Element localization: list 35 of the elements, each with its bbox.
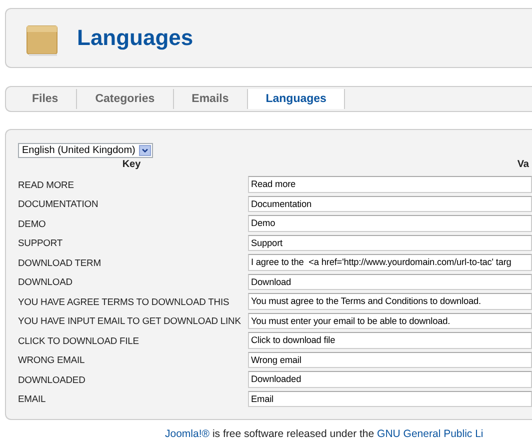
key-label: EMAIL	[18, 393, 47, 404]
column-header: Key	[121, 159, 142, 172]
page-title: Languages	[77, 25, 194, 51]
value-field[interactable]: Documentation	[248, 196, 532, 212]
value-field[interactable]: I agree to the <a href='http://www.yourdomain.com/url-to-tac' targ	[248, 254, 532, 270]
value-field[interactable]: Demo	[248, 215, 532, 232]
value-field[interactable]: Wrong email	[248, 352, 532, 368]
value-field[interactable]: Click to download file	[248, 332, 532, 348]
value-field[interactable]: Downloaded	[248, 371, 532, 388]
footer-link[interactable]: Joomla!®	[165, 428, 210, 440]
value-field[interactable]: Read more	[248, 176, 532, 192]
key-label: YOU HAVE AGREE TERMS TO DOWNLOAD THIS	[18, 296, 230, 307]
value-field[interactable]: You must agree to the Terms and Conditions to download.	[248, 293, 532, 310]
key-label: DOCUMENTATION	[18, 198, 100, 210]
caret-icon	[139, 145, 152, 156]
key-label: SUPPORT	[18, 237, 64, 248]
language-dropdown[interactable]: English (United Kingdom)	[18, 143, 154, 158]
key-label: DOWNLOADED	[18, 374, 86, 385]
value-field[interactable]: Download	[248, 274, 532, 290]
tab[interactable]: Files	[14, 89, 78, 109]
footer-text: Joomla!® is free software released under the GNU General Public Li	[164, 428, 484, 440]
footer-link[interactable]: GNU General Public Li	[377, 428, 484, 440]
tab[interactable]: Categories	[77, 89, 174, 109]
key-label: DOWNLOAD	[18, 276, 74, 288]
value-field[interactable]: You must enter your email to be able to download.	[248, 312, 532, 329]
key-label: WRONG EMAIL	[18, 354, 86, 366]
column-header: Va	[516, 159, 530, 172]
value-field[interactable]: Support	[248, 234, 532, 251]
key-label: DEMO	[18, 218, 47, 229]
key-label: READ MORE	[18, 178, 75, 190]
value-field[interactable]: Email	[248, 390, 532, 407]
key-label: DOWNLOAD TERM	[18, 256, 102, 268]
tab[interactable]: Languages	[248, 89, 346, 109]
key-label: YOU HAVE INPUT EMAIL TO GET DOWNLOAD LINK	[18, 315, 242, 326]
key-label: CLICK TO DOWNLOAD FILE	[18, 334, 140, 346]
